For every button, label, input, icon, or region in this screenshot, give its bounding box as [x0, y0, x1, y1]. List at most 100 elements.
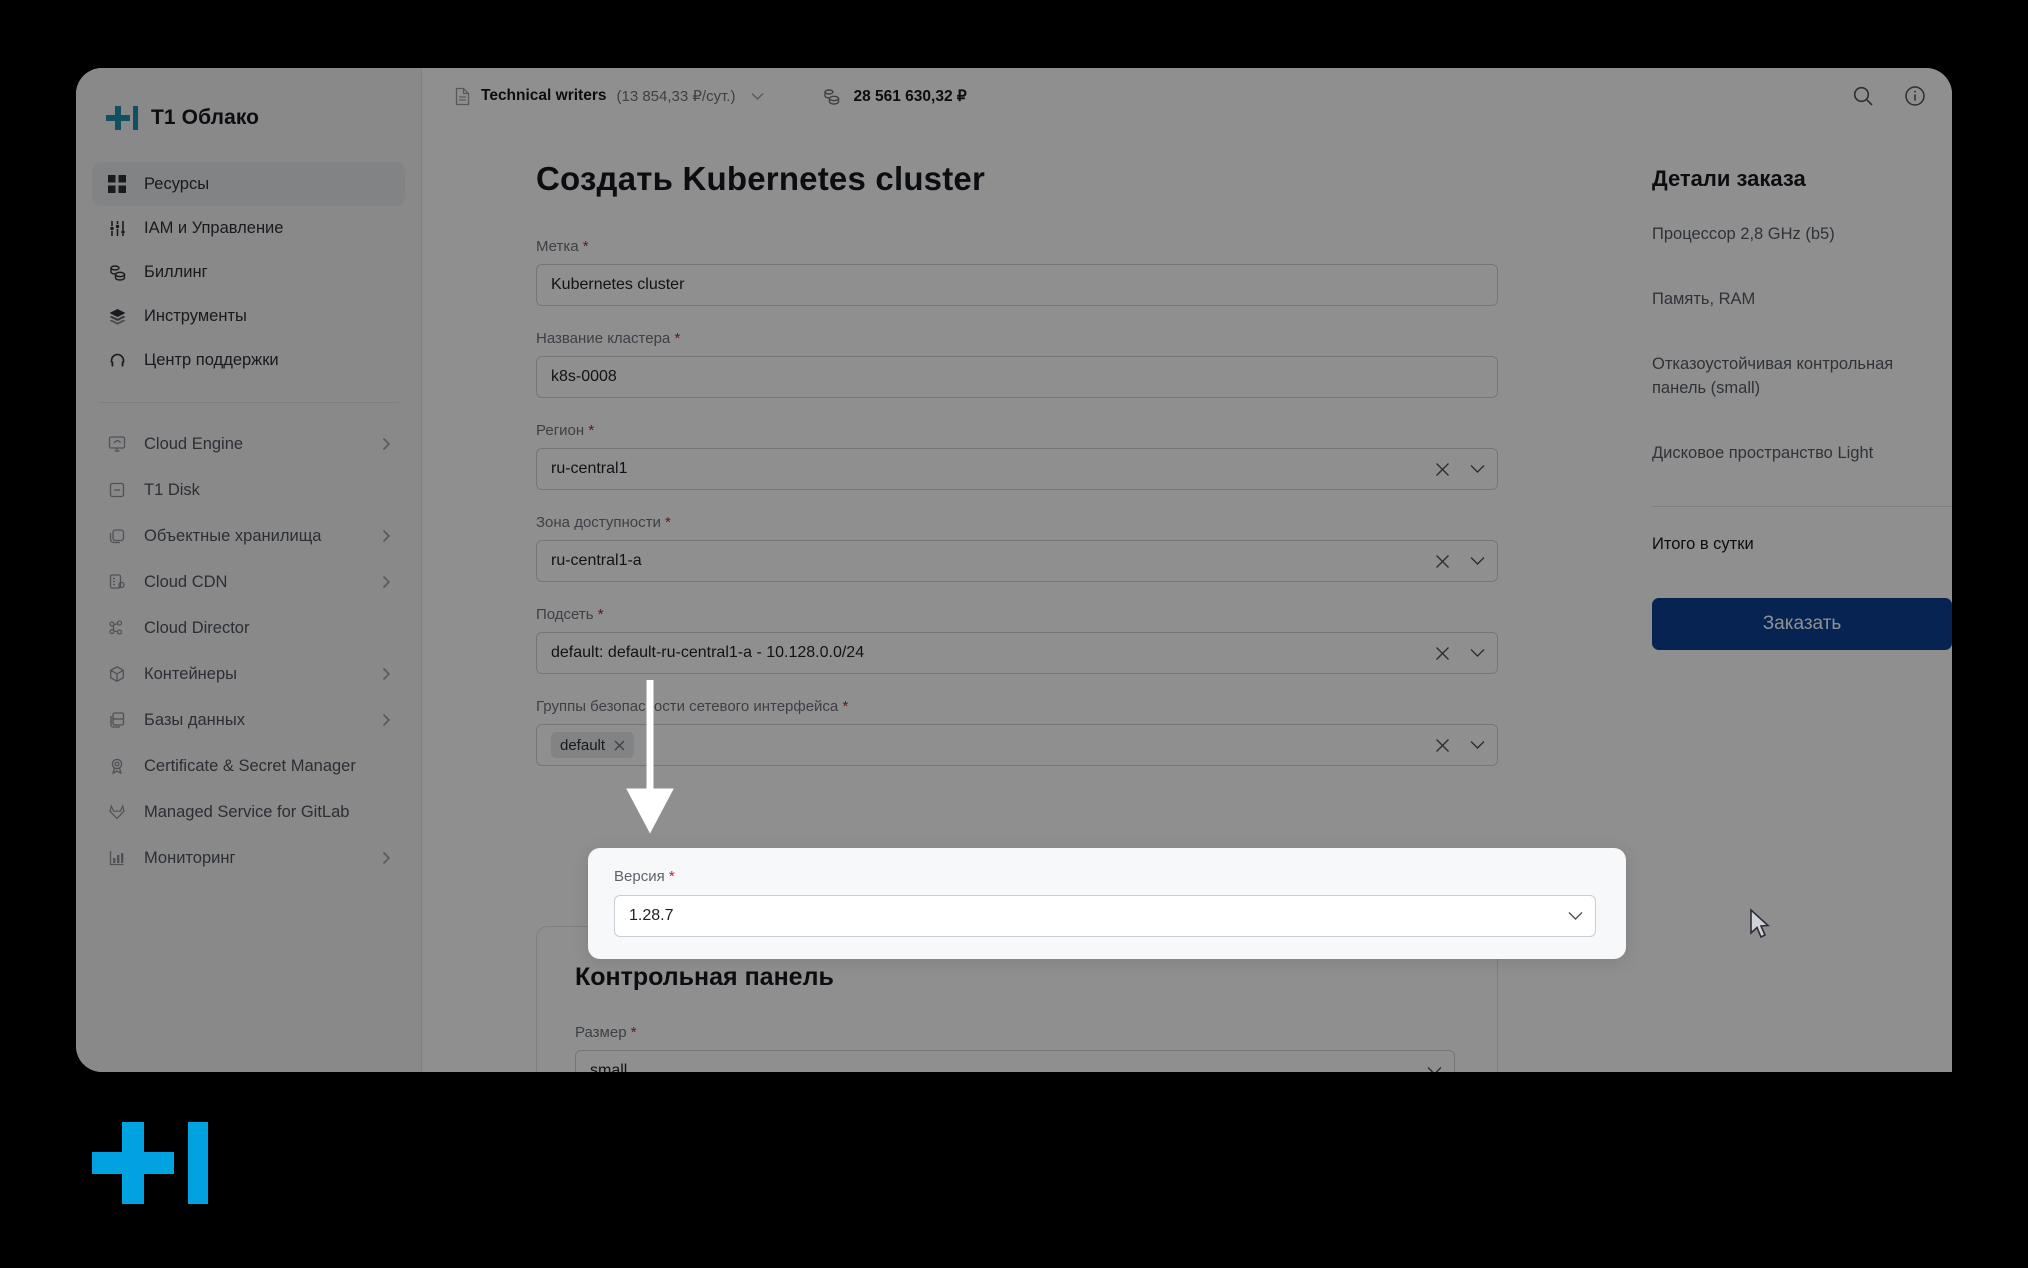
field-label-text: Регион — [536, 422, 585, 439]
field-cluster-name: Название кластера * k8s-0008 — [536, 330, 1606, 398]
version-field-spotlight: Версия * 1.28.7 — [588, 848, 1626, 959]
chevron-right-icon — [382, 529, 391, 543]
chevron-down-icon[interactable] — [1470, 740, 1485, 750]
field-control-plane-size: Размер * small — [575, 1024, 1459, 1072]
chevron-down-icon[interactable] — [751, 92, 764, 101]
chevron-right-icon — [382, 851, 391, 865]
chevron-right-icon — [382, 713, 391, 727]
top-header: Technical writers (13 854,33 ₽/сут.) 28 … — [422, 68, 1952, 124]
order-item: Дисковое пространство Light — [1652, 444, 1874, 462]
info-icon[interactable] — [1904, 85, 1926, 107]
chevron-right-icon — [382, 437, 391, 451]
field-label: Метка * Kubernetes cluster — [536, 238, 1606, 306]
clear-icon[interactable] — [1435, 554, 1450, 569]
sidebar-item-label: Контейнеры — [144, 664, 237, 683]
t1-watermark-logo-icon — [92, 1104, 212, 1214]
clear-icon[interactable] — [1435, 462, 1450, 477]
coins-icon — [106, 261, 128, 283]
field-region: Регион * ru-central1 — [536, 422, 1606, 490]
availability-zone-select[interactable]: ru-central1-a — [536, 540, 1498, 582]
order-item: Память, RAM — [1652, 289, 1756, 308]
clear-icon[interactable] — [1435, 646, 1450, 661]
required-marker: * — [582, 238, 589, 255]
order-details-title: Детали заказа — [1652, 166, 1806, 191]
sidebar-item-tools[interactable]: Инструменты — [92, 294, 405, 338]
document-icon — [454, 87, 471, 106]
page-title: Создать Kubernetes cluster — [536, 160, 986, 197]
sidebar-item-label: Cloud Director — [144, 618, 250, 637]
sidebar-item-cloud-cdn[interactable]: Cloud CDN — [92, 559, 405, 605]
database-icon — [106, 709, 128, 731]
sidebar-item-label: Биллинг — [144, 262, 208, 281]
chevron-down-icon[interactable] — [1427, 1066, 1442, 1072]
sidebar-item-label: Объектные хранилища — [144, 526, 322, 545]
chevron-right-icon — [382, 575, 391, 589]
sidebar-item-monitoring[interactable]: Мониторинг — [92, 835, 405, 881]
region-value: ru-central1 — [551, 460, 628, 477]
field-subnet: Подсеть * default: default-ru-central1-a… — [536, 606, 1606, 674]
subnet-value: default: default-ru-central1-a - 10.128.… — [551, 644, 865, 661]
sidebar-item-databases[interactable]: Базы данных — [92, 697, 405, 743]
chevron-down-icon[interactable] — [1470, 556, 1485, 566]
down-arrow-annotation — [626, 680, 674, 834]
region-select[interactable]: ru-central1 — [536, 448, 1498, 490]
search-icon[interactable] — [1852, 85, 1874, 107]
order-item: Процессор 2,8 GHz (b5) — [1652, 225, 1835, 243]
chevron-down-icon[interactable] — [1568, 911, 1583, 921]
sidebar-item-label: Центр поддержки — [144, 350, 279, 369]
required-marker: * — [630, 1024, 637, 1041]
sidebar-item-t1-disk[interactable]: T1 Disk — [92, 467, 405, 513]
version-select[interactable]: 1.28.7 — [614, 895, 1596, 937]
t1-plus-logo-icon — [106, 103, 140, 133]
sidebar-item-cloud-director[interactable]: Cloud Director — [92, 605, 405, 651]
headset-icon — [106, 349, 128, 371]
sidebar-primary-nav: Ресурсы IAM и Управление Биллинг Инструм… — [76, 140, 421, 382]
field-version: Версия * 1.28.7 — [614, 868, 1604, 937]
label-input[interactable]: Kubernetes cluster — [536, 264, 1498, 306]
sidebar: T1 Облако Ресурсы IAM и Управление Билли — [76, 68, 422, 1072]
sidebar-services-nav: Cloud Engine T1 Disk Объектные хранилища — [76, 403, 421, 881]
security-groups-select[interactable]: default — [536, 724, 1498, 766]
chevron-right-icon — [382, 667, 391, 681]
certificate-icon — [106, 755, 128, 777]
cluster-name-value: k8s-0008 — [551, 368, 617, 385]
project-rate: (13 854,33 ₽/сут.) — [616, 88, 736, 105]
sidebar-item-resources[interactable]: Ресурсы — [92, 162, 405, 206]
folders-icon — [106, 525, 128, 547]
balance-value: 28 561 630,32 ₽ — [853, 87, 967, 105]
field-label-text: Группы безопасности сетевого интерфейса — [536, 698, 839, 715]
account-balance[interactable]: 28 561 630,32 ₽ — [822, 87, 967, 106]
sidebar-item-label: Мониторинг — [144, 848, 236, 867]
chart-icon — [106, 847, 128, 869]
field-label-text: Размер — [575, 1024, 627, 1041]
clear-icon[interactable] — [1435, 738, 1450, 753]
control-plane-size-select[interactable]: small — [575, 1050, 1455, 1072]
subnet-select[interactable]: default: default-ru-central1-a - 10.128.… — [536, 632, 1498, 674]
sidebar-item-managed-gitlab[interactable]: Managed Service for GitLab — [92, 789, 405, 835]
sidebar-item-iam[interactable]: IAM и Управление — [92, 206, 405, 250]
sidebar-item-support[interactable]: Центр поддержки — [92, 338, 405, 382]
required-marker: * — [842, 698, 849, 715]
sidebar-item-label: Базы данных — [144, 710, 245, 729]
brand-logo[interactable]: T1 Облако — [76, 68, 421, 140]
sidebar-item-billing[interactable]: Биллинг — [92, 250, 405, 294]
project-selector[interactable]: Technical writers (13 854,33 ₽/сут.) — [454, 87, 764, 106]
header-actions — [1852, 85, 1952, 107]
field-label-text: Подсеть — [536, 606, 594, 623]
order-submit-button[interactable]: Заказать — [1652, 597, 1952, 650]
cdn-icon — [106, 571, 128, 593]
brand-name: T1 Облако — [151, 106, 260, 129]
sidebar-item-certificate-secret-manager[interactable]: Certificate & Secret Manager — [92, 743, 405, 789]
cluster-name-input[interactable]: k8s-0008 — [536, 356, 1498, 398]
chevron-down-icon[interactable] — [1470, 464, 1485, 474]
field-label-text: Метка — [536, 238, 579, 255]
field-label-text: Зона доступности — [536, 514, 661, 531]
sidebar-item-label: Cloud CDN — [144, 572, 228, 591]
sidebar-item-cloud-engine[interactable]: Cloud Engine — [92, 421, 405, 467]
field-label-text: Название кластера — [536, 330, 671, 347]
nodes-icon — [106, 617, 128, 639]
monitor-icon — [106, 433, 128, 455]
sidebar-item-object-storage[interactable]: Объектные хранилища — [92, 513, 405, 559]
chevron-down-icon[interactable] — [1470, 648, 1485, 658]
sidebar-item-containers[interactable]: Контейнеры — [92, 651, 405, 697]
